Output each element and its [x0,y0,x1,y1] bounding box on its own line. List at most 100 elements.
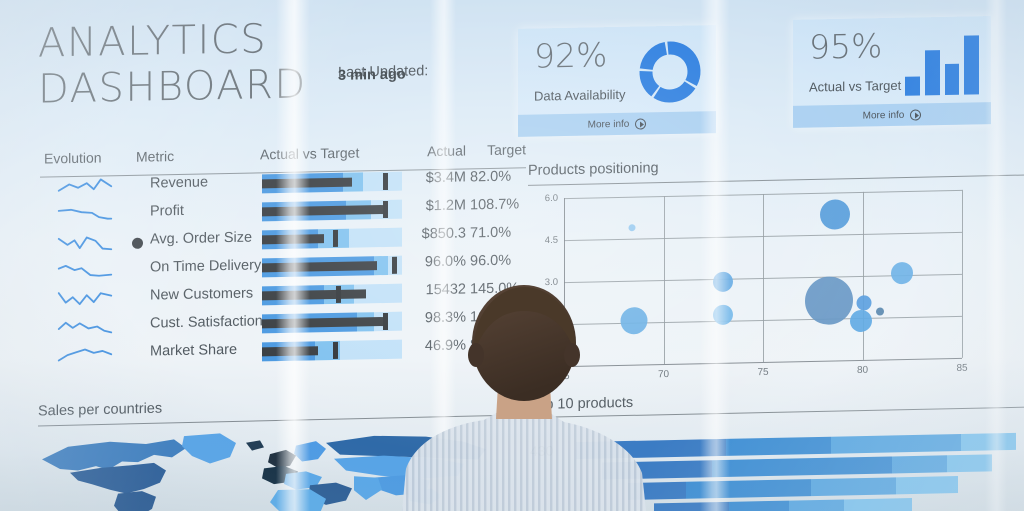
sales-per-countries-section: Sales per countries [38,393,528,511]
bullet-chart [262,311,402,334]
bullet-band-light [348,227,402,248]
x-axis-tick-label: 75 [757,366,769,379]
column-header-target: Target [487,141,526,159]
bullet-target-marker [335,285,341,303]
actual-value: 15432 [425,281,466,299]
kpi-bar [905,76,920,96]
section-title-products-positioning: Products positioning [528,160,659,179]
bullet-actual-bar [262,346,318,357]
stacked-bar-segment [686,479,811,499]
bar-chart-icon [905,32,979,96]
page-title-line1: ANALYTICS [38,16,268,67]
metric-label: Avg. Order Size [150,229,253,248]
page-title: ANALYTICS DASHBOARD [38,15,307,112]
world-map-choropleth[interactable] [34,423,504,511]
metric-label: Market Share [150,341,238,360]
x-axis-tick-label: 85 [956,362,968,374]
target-value: 105 [470,308,495,326]
page-title-line2: DASHBOARD [38,61,307,113]
y-axis-tick-label: 3.0 [544,276,558,289]
bullet-target-marker [391,256,397,274]
stacked-bar-segment [961,432,1016,451]
stacked-bar-segment [712,456,892,478]
bullet-actual-bar [262,234,324,245]
row-selected-marker [132,237,143,249]
scatter-bubble[interactable] [876,307,885,317]
stacked-bar-segment [602,460,712,480]
column-header-actual-vs-target: Actual vs Target [260,144,360,163]
stacked-bar-segment [789,499,844,511]
scatter-bubble[interactable] [628,223,636,232]
kpi-label: Actual vs Target [809,77,902,95]
scatter-plot[interactable]: 0.0 1.5 3.0 4.5 6.0 65 70 75 80 85 [545,189,968,382]
table-body: Revenue $3.4M 82.0% Profit $1.2M 108.7% Avg. O… [40,165,522,370]
scatter-bubble[interactable] [891,261,914,285]
bullet-chart [262,199,402,222]
metric-label: New Customers [150,285,254,304]
kpi-card-data-availability[interactable]: 92% Data Availability More info [518,25,716,137]
scatter-bubble[interactable] [819,199,850,231]
kpi-card-actual-vs-target[interactable]: 95% Actual vs Target More info [793,16,991,128]
grid-line-vertical [663,196,665,365]
bullet-chart [262,339,402,362]
play-arrow-icon [910,108,922,121]
bar-value-label: 430 [530,442,554,460]
stacked-bar-segment [576,438,726,460]
bullet-actual-bar [262,177,352,189]
actual-value: 96.0% [424,253,466,271]
bullet-chart [262,283,402,306]
more-info-label: More info [862,109,905,122]
actual-value: $3.4M [425,169,466,187]
sparkline-chart [57,321,113,334]
kpi-value: 92% [534,35,608,76]
products-positioning-section: Products positioning 0.0 1.5 3.0 4.5 6.0 65 70… [528,153,1024,382]
stacked-bar-chart[interactable]: 430 [530,432,1016,511]
bullet-target-marker [383,312,389,331]
column-header-evolution: Evolution [44,149,102,167]
kpi-value: 95% [809,26,883,67]
top-10-products-section: Top 10 products 430 [530,387,1024,511]
sparkline-chart [57,236,113,251]
kpi-bar [964,35,979,95]
scatter-bubble[interactable] [856,294,872,311]
grid-line-vertical [763,193,764,362]
bullet-target-marker [383,200,389,219]
metric-label: On Time Delivery [150,257,262,276]
bullet-chart [262,227,402,250]
actual-value: $850.3 [421,225,466,243]
more-info-button-2[interactable]: More info [793,102,991,128]
metric-label: Profit [150,202,184,220]
kpi-bar [944,63,960,95]
y-axis-tick-label: 6.0 [544,192,558,205]
scatter-bubble[interactable] [713,271,734,293]
sparkline-chart [57,178,113,192]
kpi-bar [924,50,940,96]
metric-label: Revenue [150,174,209,192]
scatter-bubble[interactable] [713,304,734,325]
actual-value: 46.9% [424,337,466,355]
bullet-target-marker [332,229,338,248]
target-value: 71.0% [470,224,512,242]
scatter-bubble[interactable] [620,307,648,335]
y-axis-tick-label: 1.5 [544,318,558,331]
target-value: 108.7% [470,196,520,214]
grid-line-vertical [564,198,565,367]
x-axis-tick-label: 70 [657,368,670,381]
last-updated-value: 3 min ago [338,66,406,84]
column-header-actual: Actual [427,142,466,160]
bullet-band-light [340,339,402,360]
sparkline-chart [57,208,113,220]
y-axis-tick-label: 4.5 [544,234,558,247]
stacked-bar-segment [892,455,947,474]
stacked-bar-segment [726,436,831,456]
stacked-bar-segment [729,500,789,511]
stacked-bar-segment [811,477,896,497]
bullet-chart [262,255,402,278]
more-info-button-1[interactable]: More info [518,111,716,137]
last-updated: Last Updated: 3 min ago [338,61,428,84]
donut-chart-icon [639,41,701,103]
scatter-bubble[interactable] [849,310,872,333]
stacked-bar-segment [654,501,729,511]
x-axis-tick-label: 65 [558,371,570,383]
sparkline-chart [57,264,113,277]
